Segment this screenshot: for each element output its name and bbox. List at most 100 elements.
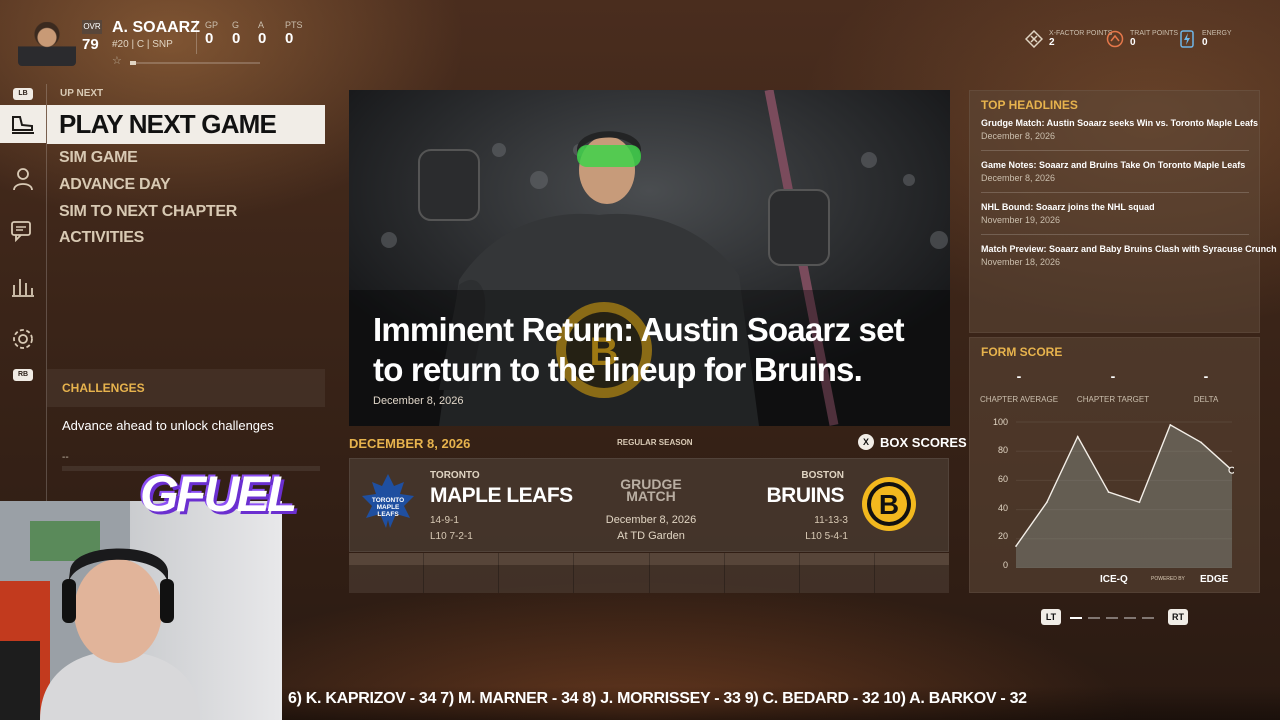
season-label: REGULAR SEASON bbox=[617, 438, 693, 447]
headlines-title: TOP HEADLINES bbox=[981, 98, 1078, 112]
stats-icon[interactable] bbox=[0, 267, 46, 305]
ovr-value: 79 bbox=[82, 36, 99, 53]
up-next-label: UP NEXT bbox=[60, 88, 104, 99]
challenge-dash: -- bbox=[62, 452, 69, 463]
player-name: A. SOAARZ bbox=[112, 19, 200, 36]
divider bbox=[981, 192, 1249, 193]
stat-g: G0 bbox=[232, 20, 241, 47]
challenges-title: CHALLENGES bbox=[62, 381, 145, 395]
stat-a: A0 bbox=[258, 20, 267, 47]
hero-headline: Imminent Return: Austin Soaarz set to re… bbox=[373, 311, 905, 388]
ovr-label: OVR bbox=[82, 20, 102, 34]
rt-button[interactable]: RT bbox=[1168, 609, 1188, 625]
x-button-icon[interactable]: X bbox=[858, 434, 874, 450]
gfuel-logo: GFUEL bbox=[140, 466, 297, 522]
form-point bbox=[1076, 435, 1079, 438]
stat-gp: GP 0 bbox=[205, 20, 219, 47]
svg-text:B: B bbox=[879, 489, 899, 520]
form-point bbox=[1169, 424, 1172, 426]
player-avatar bbox=[18, 22, 76, 66]
powered-by: POWERED BY bbox=[1151, 576, 1185, 582]
home-record: 14-9-1 bbox=[430, 515, 459, 526]
maple-leafs-logo: TORONTO MAPLE LEAFS bbox=[360, 472, 416, 532]
page-dot bbox=[1124, 617, 1136, 619]
energy: ENERGY 0 bbox=[1178, 30, 1232, 48]
chat-icon[interactable] bbox=[0, 212, 46, 250]
form-point bbox=[1107, 491, 1110, 493]
energy-icon bbox=[1178, 30, 1196, 48]
activities-button[interactable]: ACTIVITIES bbox=[59, 229, 144, 247]
settings-icon[interactable] bbox=[0, 320, 46, 358]
player-info: #20 | C | SNP bbox=[112, 39, 173, 50]
lb-button[interactable]: LB bbox=[13, 88, 33, 100]
match-date: December 8, 2026 bbox=[605, 514, 697, 526]
divider bbox=[196, 20, 197, 54]
grudge-match-logo: GRUDGE MATCH bbox=[620, 476, 682, 504]
webcam-overlay bbox=[0, 501, 282, 720]
away-l10: L10 5-4-1 bbox=[805, 531, 848, 542]
form-point bbox=[1046, 501, 1048, 504]
ticker-text: 6) K. KAPRIZOV - 34 7) M. MARNER - 34 8)… bbox=[288, 690, 1027, 707]
svg-text:TORONTO: TORONTO bbox=[372, 497, 404, 504]
svg-text:MAPLE: MAPLE bbox=[377, 504, 400, 511]
page-dot-active bbox=[1070, 617, 1082, 619]
game-date: DECEMBER 8, 2026 bbox=[349, 436, 471, 451]
lt-button[interactable]: LT bbox=[1041, 609, 1061, 625]
ice-q-logo: ICE-Q bbox=[1100, 574, 1128, 585]
chapter-average-value: - bbox=[1016, 368, 1022, 384]
page-indicator bbox=[1070, 617, 1154, 619]
page-dot bbox=[1106, 617, 1118, 619]
box-scores-button[interactable]: BOX SCORES bbox=[880, 435, 967, 450]
star-icon: ☆ bbox=[112, 55, 122, 67]
svg-text:LEAFS: LEAFS bbox=[377, 511, 399, 518]
venue: At TD Garden bbox=[617, 530, 685, 542]
bruins-logo: B bbox=[861, 476, 917, 532]
home-l10: L10 7-2-1 bbox=[430, 531, 473, 542]
headline-item[interactable]: Grudge Match: Austin Soaarz seeks Win vs… bbox=[981, 118, 1258, 141]
y-tick: 60 bbox=[997, 474, 1008, 484]
rail-divider bbox=[46, 84, 47, 504]
divider bbox=[981, 150, 1249, 151]
away-team: BRUINS bbox=[766, 484, 844, 507]
form-point bbox=[1200, 441, 1202, 444]
delta-value: - bbox=[1203, 368, 1209, 384]
away-record: 11-13-3 bbox=[814, 515, 848, 526]
advance-day-button[interactable]: ADVANCE DAY bbox=[59, 176, 171, 194]
headline-item[interactable]: Game Notes: Soaarz and Bruins Take On To… bbox=[981, 160, 1245, 183]
home-team: MAPLE LEAFS bbox=[430, 484, 573, 507]
y-tick: 0 bbox=[1002, 560, 1008, 570]
challenges-text: Advance ahead to unlock challenges bbox=[62, 418, 274, 433]
sim-to-next-chapter-button[interactable]: SIM TO NEXT CHAPTER bbox=[59, 203, 237, 221]
headline-item[interactable]: Match Preview: Soaarz and Baby Bruins Cl… bbox=[981, 244, 1277, 267]
form-score-chart bbox=[1015, 421, 1234, 568]
x-factor-icon bbox=[1025, 30, 1043, 48]
xp-progress: ☆ bbox=[112, 55, 262, 67]
delta-label: DELTA bbox=[1193, 395, 1219, 404]
y-tick: 20 bbox=[997, 531, 1008, 541]
form-point bbox=[1138, 501, 1141, 504]
y-tick: 100 bbox=[992, 417, 1008, 427]
form-point bbox=[1228, 466, 1234, 474]
rb-button[interactable]: RB bbox=[13, 369, 33, 381]
form-point bbox=[1015, 545, 1017, 547]
chapter-average-label: CHAPTER AVERAGE bbox=[979, 395, 1059, 404]
x-factor-points: X-FACTOR POINTS 2 bbox=[1025, 30, 1112, 48]
hero-date: December 8, 2026 bbox=[373, 395, 464, 407]
skate-icon[interactable] bbox=[0, 105, 46, 143]
player-icon[interactable] bbox=[0, 160, 46, 198]
form-score-title: FORM SCORE bbox=[981, 345, 1063, 359]
sim-game-button[interactable]: SIM GAME bbox=[59, 149, 138, 167]
play-next-game-button[interactable]: PLAY NEXT GAME bbox=[47, 105, 325, 144]
y-tick: 40 bbox=[997, 503, 1008, 513]
edge-logo: EDGE bbox=[1200, 574, 1229, 585]
headline-item[interactable]: NHL Bound: Soaarz joins the NHL squad No… bbox=[981, 202, 1155, 225]
strip-cells bbox=[349, 553, 949, 593]
home-city: TORONTO bbox=[430, 470, 480, 481]
page-dot bbox=[1142, 617, 1154, 619]
chapter-target-value: - bbox=[1110, 368, 1116, 384]
icon-rail: LB RB bbox=[0, 84, 46, 504]
trait-points: TRAIT POINTS 0 bbox=[1106, 30, 1178, 48]
chapter-target-label: CHAPTER TARGET bbox=[1076, 395, 1150, 404]
trait-icon bbox=[1106, 30, 1124, 48]
page-dot bbox=[1088, 617, 1100, 619]
